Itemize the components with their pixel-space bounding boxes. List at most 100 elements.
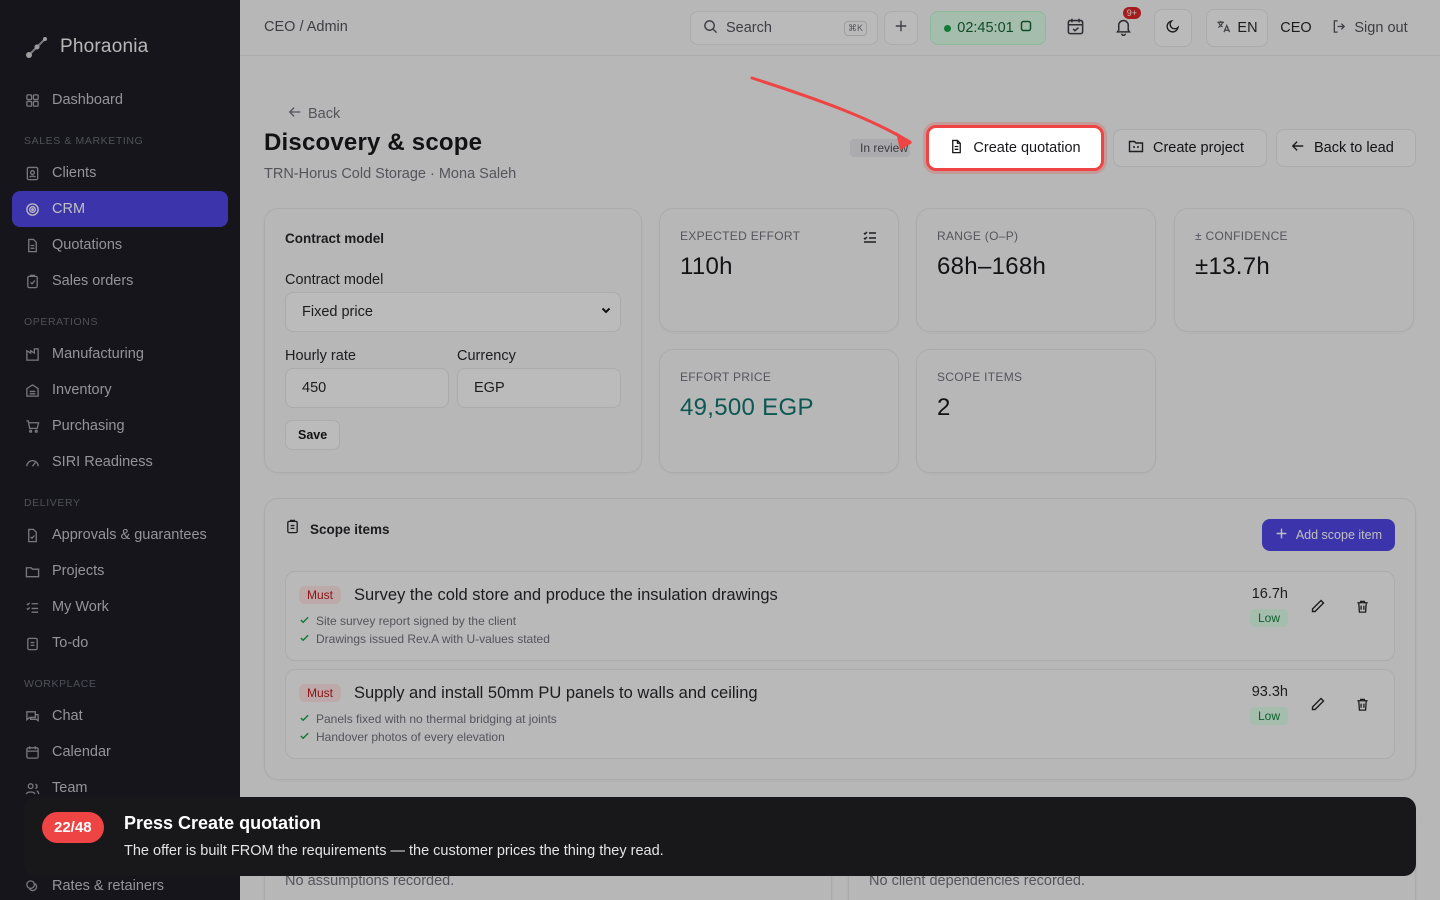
currency-input[interactable]: EGP bbox=[457, 368, 621, 408]
timer-value: 02:45:01 bbox=[957, 20, 1014, 36]
brand[interactable]: Phoraonia bbox=[0, 0, 240, 72]
create-quotation-button[interactable]: Create quotation bbox=[926, 125, 1104, 171]
breadcrumb[interactable]: CEO / Admin bbox=[264, 19, 348, 35]
hourly-rate-group: Hourly rate 450 bbox=[285, 348, 449, 408]
trash-icon[interactable] bbox=[1352, 596, 1372, 616]
check-icon bbox=[299, 632, 310, 646]
stat-label: RANGE (O–P) bbox=[937, 229, 1019, 243]
sidebar-item-siri[interactable]: SIRI Readiness bbox=[12, 444, 228, 480]
list-check-icon bbox=[24, 599, 40, 615]
sidebar-item-dashboard[interactable]: Dashboard bbox=[12, 82, 228, 118]
section-sales: SALES & MARKETING bbox=[24, 135, 144, 147]
search-input[interactable]: Search ⌘K bbox=[690, 11, 878, 45]
sidebar: Phoraonia Dashboard SALES & MARKETING Cl… bbox=[0, 0, 240, 900]
save-button[interactable]: Save bbox=[285, 420, 341, 450]
sidebar-item-label: Approvals & guarantees bbox=[52, 527, 207, 543]
criterion-text: Panels fixed with no thermal bridging at… bbox=[316, 712, 557, 726]
sidebar-item-label: Quotations bbox=[52, 237, 123, 253]
sidebar-item-label: Rates & retainers bbox=[52, 878, 165, 894]
stat-scope-items: SCOPE ITEMS 2 bbox=[916, 349, 1156, 473]
sidebar-item-approvals[interactable]: Approvals & guarantees bbox=[12, 517, 228, 553]
signout-label: Sign out bbox=[1354, 20, 1408, 36]
add-scope-item-button[interactable]: Add scope item bbox=[1261, 519, 1395, 551]
sidebar-item-projects[interactable]: Projects bbox=[12, 553, 228, 589]
stat-label: SCOPE ITEMS bbox=[937, 370, 1023, 384]
plus-icon bbox=[894, 19, 908, 37]
trash-icon[interactable] bbox=[1352, 694, 1372, 714]
calendar-button[interactable] bbox=[1058, 11, 1092, 45]
sidebar-item-todo[interactable]: To-do bbox=[12, 625, 228, 661]
notifications-button[interactable]: 9+ bbox=[1106, 7, 1141, 45]
risk-badge: Low bbox=[1249, 707, 1288, 725]
hourly-rate-input[interactable]: 450 bbox=[285, 368, 449, 408]
status-badge: In review bbox=[850, 139, 910, 157]
sidebar-item-mywork[interactable]: My Work bbox=[12, 589, 228, 625]
add-button[interactable] bbox=[884, 11, 918, 45]
arrow-left-icon bbox=[288, 105, 302, 123]
create-project-label: Create project bbox=[1153, 140, 1245, 156]
plus-icon bbox=[1275, 527, 1288, 543]
priority-badge: Must bbox=[299, 586, 342, 604]
sidebar-item-sales-orders[interactable]: Sales orders bbox=[12, 263, 228, 299]
edit-icon[interactable] bbox=[1308, 694, 1328, 714]
hourly-rate-label: Hourly rate bbox=[285, 348, 356, 364]
back-to-lead-button[interactable]: Back to lead bbox=[1276, 129, 1416, 167]
theme-toggle[interactable] bbox=[1154, 9, 1192, 47]
sidebar-item-inventory[interactable]: Inventory bbox=[12, 372, 228, 408]
language-switcher[interactable]: EN bbox=[1206, 9, 1268, 47]
topbar: CEO / Admin Search ⌘K 02:45:01 9+ EN CEO… bbox=[240, 0, 1440, 56]
clipboard-icon bbox=[285, 519, 300, 539]
stop-icon[interactable] bbox=[1020, 20, 1032, 36]
check-icon bbox=[299, 730, 310, 744]
signout-button[interactable]: Sign out bbox=[1328, 11, 1412, 45]
contract-model-value: Fixed price bbox=[302, 304, 373, 320]
checklist-icon bbox=[24, 635, 40, 651]
acceptance-criterion: Site survey report signed by the client bbox=[299, 614, 516, 628]
rate-row: Hourly rate 450 Currency EGP bbox=[285, 348, 621, 408]
create-project-button[interactable]: Create project bbox=[1113, 129, 1267, 167]
sidebar-item-label: Manufacturing bbox=[52, 346, 144, 362]
stat-value: ±13.7h bbox=[1195, 253, 1271, 280]
edit-icon[interactable] bbox=[1308, 596, 1328, 616]
sidebar-item-label: Team bbox=[52, 780, 88, 796]
warehouse-icon bbox=[24, 382, 40, 398]
check-icon bbox=[299, 614, 310, 628]
users-icon bbox=[24, 780, 40, 796]
sidebar-item-label: Chat bbox=[52, 708, 83, 724]
sidebar-item-calendar[interactable]: Calendar bbox=[12, 734, 228, 770]
sidebar-item-label: Calendar bbox=[52, 744, 111, 760]
moon-icon bbox=[1165, 18, 1181, 38]
priority-badge: Must bbox=[299, 684, 342, 702]
sidebar-item-purchasing[interactable]: Purchasing bbox=[12, 408, 228, 444]
scope-item[interactable]: Must Survey the cold store and produce t… bbox=[285, 571, 1395, 661]
scope-items-card: Scope items Add scope item Must Survey t… bbox=[264, 498, 1416, 780]
document-icon bbox=[949, 139, 964, 158]
chat-icon bbox=[24, 708, 40, 724]
contract-model-select[interactable]: Fixed price bbox=[285, 292, 621, 332]
role-label[interactable]: CEO bbox=[1276, 11, 1316, 45]
stat-value: 68h–168h bbox=[937, 253, 1047, 280]
scope-item-hours: 93.3h bbox=[1251, 684, 1288, 700]
calendar-check-icon bbox=[1066, 17, 1085, 40]
sidebar-item-manufacturing[interactable]: Manufacturing bbox=[12, 336, 228, 372]
translate-icon bbox=[1216, 19, 1231, 38]
sidebar-item-quotations[interactable]: Quotations bbox=[12, 227, 228, 263]
bell-icon bbox=[1114, 17, 1133, 40]
back-link[interactable]: Back bbox=[288, 105, 340, 123]
main-content: Back Discovery & scope TRN-Horus Cold St… bbox=[240, 56, 1440, 900]
logout-icon bbox=[1332, 19, 1347, 38]
sidebar-item-crm[interactable]: CRM bbox=[12, 191, 228, 227]
sidebar-item-label: SIRI Readiness bbox=[52, 454, 153, 470]
sidebar-item-label: Projects bbox=[52, 563, 105, 579]
sidebar-item-clients[interactable]: Clients bbox=[12, 155, 228, 191]
coins-icon bbox=[24, 878, 40, 894]
brand-name: Phoraonia bbox=[60, 36, 149, 57]
criterion-text: Site survey report signed by the client bbox=[316, 614, 517, 628]
section-delivery: DELIVERY bbox=[24, 497, 81, 509]
time-tracker[interactable]: 02:45:01 bbox=[930, 11, 1046, 45]
recording-dot-icon bbox=[944, 24, 952, 32]
scope-item[interactable]: Must Supply and install 50mm PU panels t… bbox=[285, 669, 1395, 759]
sidebar-item-chat[interactable]: Chat bbox=[12, 698, 228, 734]
criterion-text: Handover photos of every elevation bbox=[316, 730, 505, 744]
tour-step-counter: 22/48 bbox=[42, 812, 104, 843]
